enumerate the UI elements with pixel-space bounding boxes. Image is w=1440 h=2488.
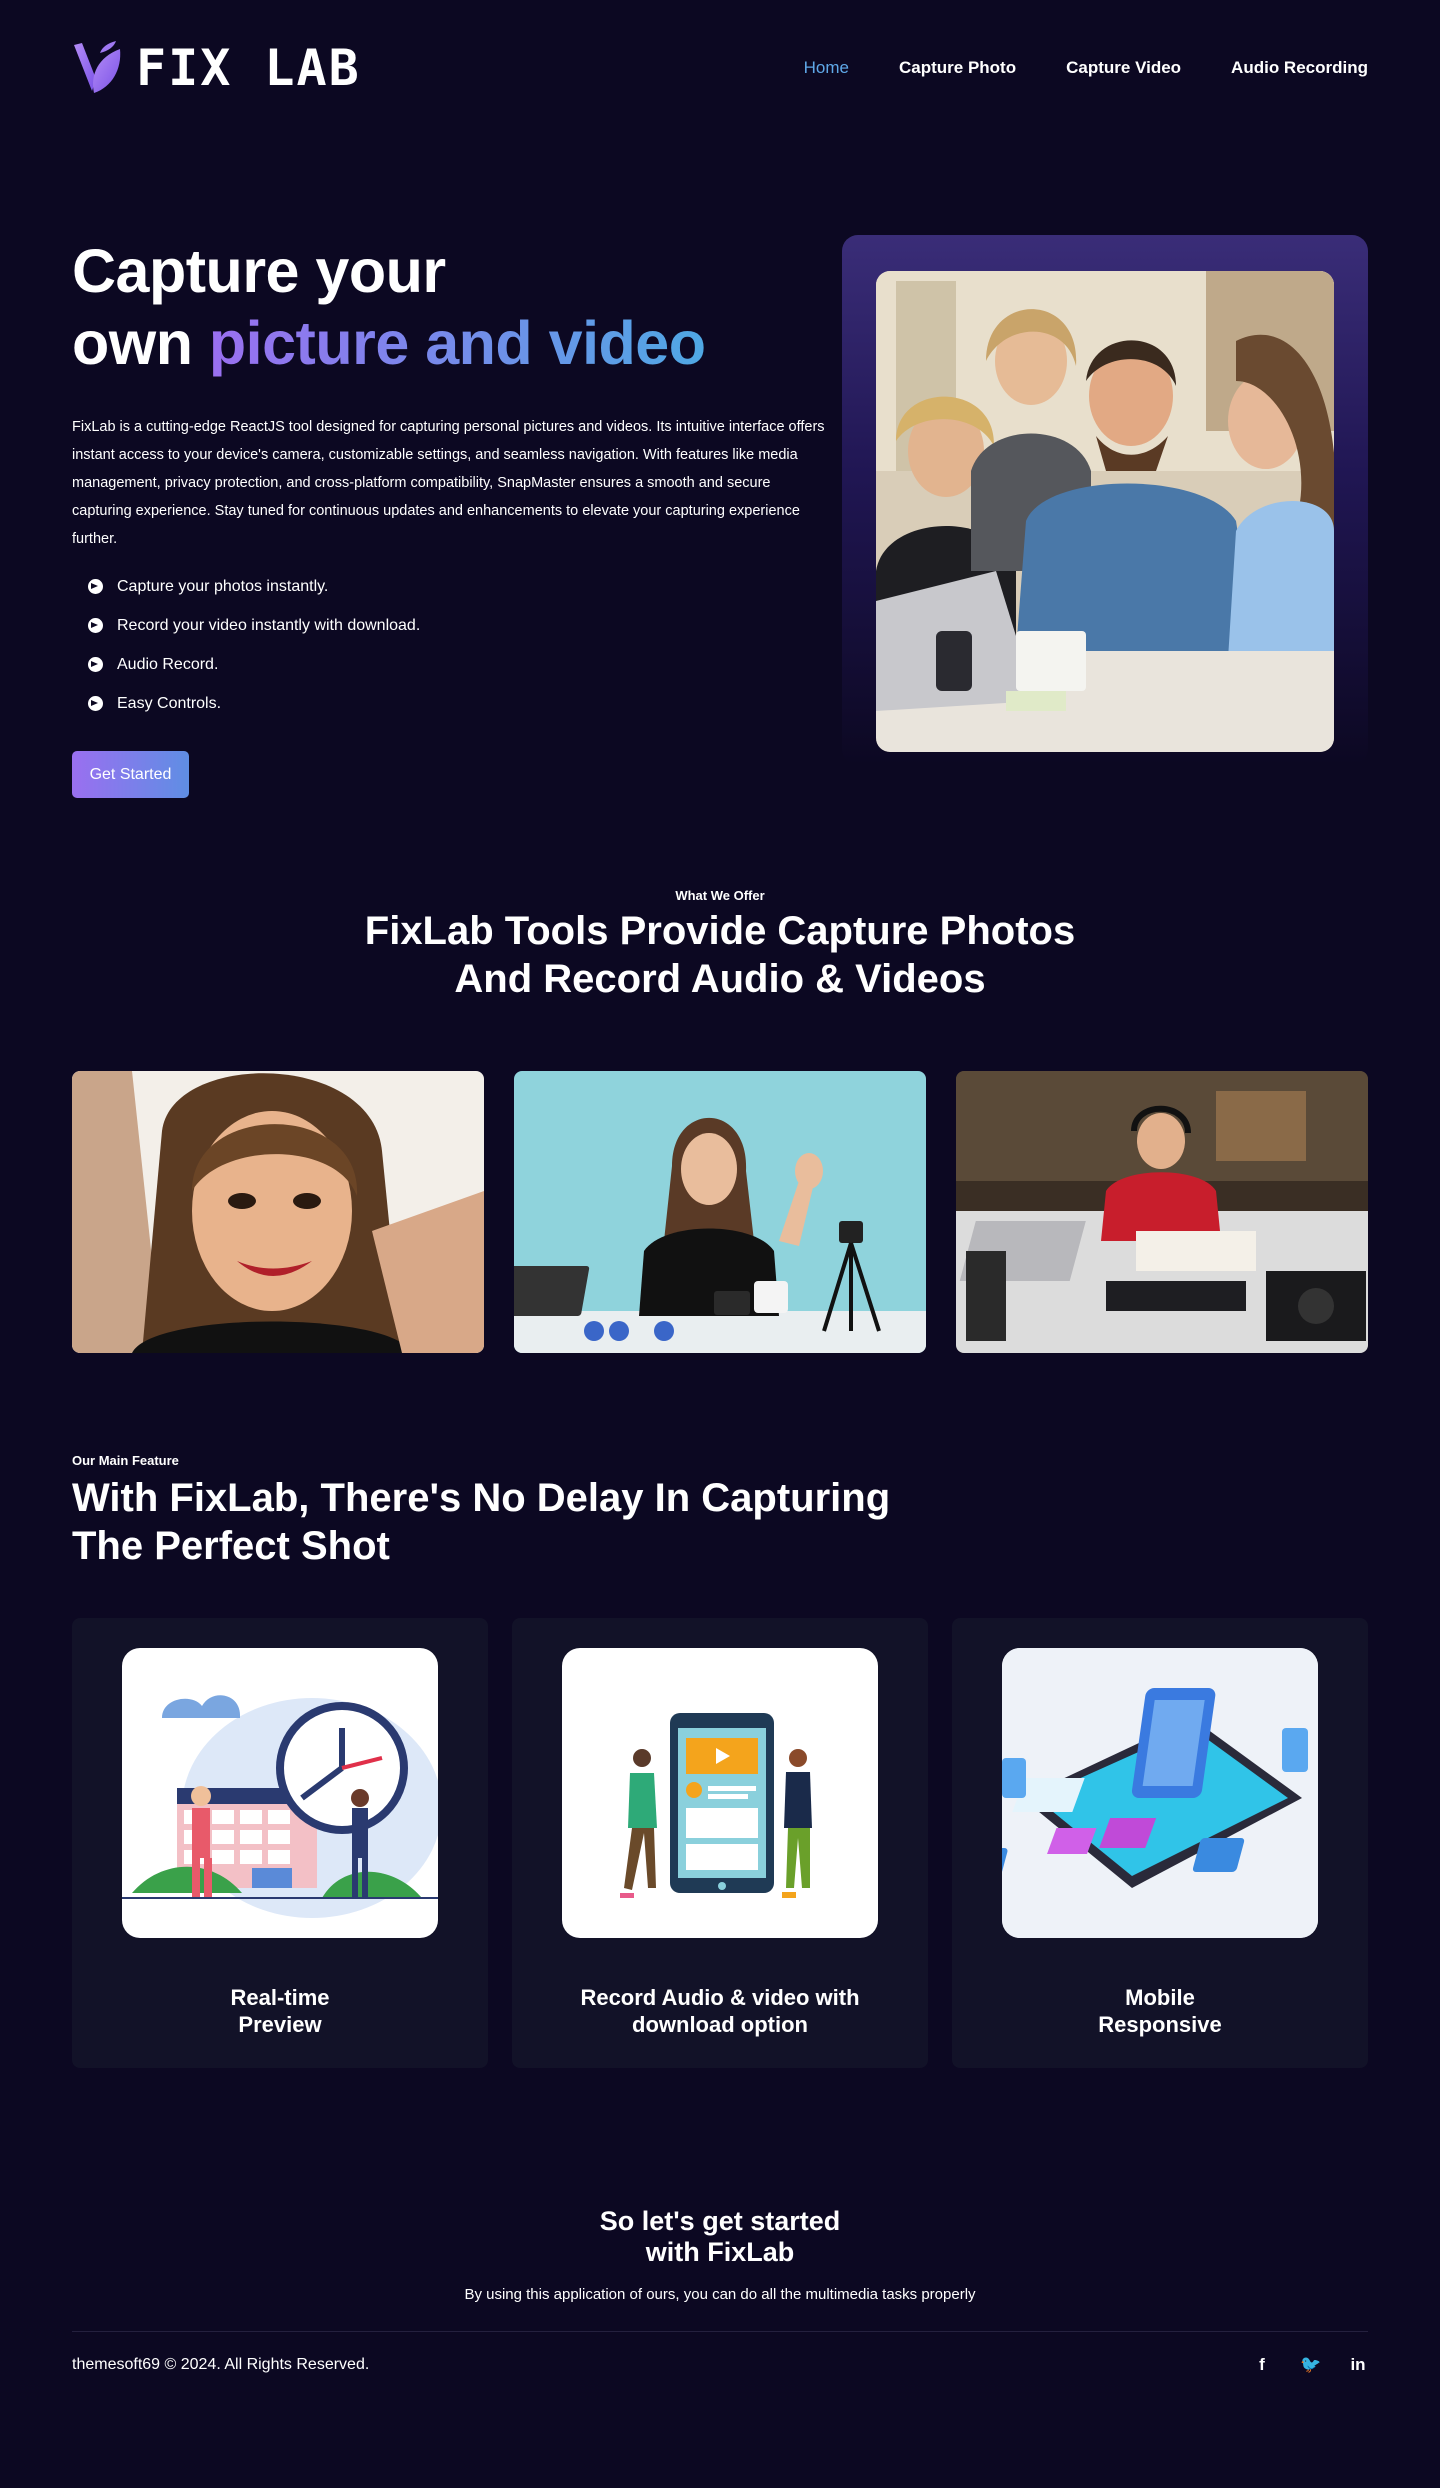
site-header: FIX LAB Home Capture Photo Capture Video…	[72, 0, 1368, 135]
hero-image-frame	[842, 235, 1368, 765]
leaf-logo-icon	[74, 40, 121, 93]
feature-eyebrow: Our Main Feature	[72, 1453, 179, 1468]
hero-title-gradient: picture and video	[208, 309, 706, 377]
hero-content: Capture your own picture and video FixLa…	[72, 235, 832, 825]
nav-capture-photo[interactable]: Capture Photo	[899, 58, 1016, 78]
feature-title: With FixLab, There's No Delay In Capturi…	[72, 1476, 891, 1568]
nav-home[interactable]: Home	[804, 58, 849, 78]
nav-capture-video[interactable]: Capture Video	[1066, 58, 1181, 78]
list-item: Audio Record.	[72, 645, 832, 684]
phone-video-illustration	[562, 1648, 878, 1938]
selfie-photo	[72, 1071, 484, 1353]
feature-card-realtime: Real-time Preview	[72, 1618, 488, 2068]
facebook-icon[interactable]: f	[1252, 2355, 1272, 2375]
offer-eyebrow: What We Offer	[675, 888, 765, 903]
get-started-button[interactable]: Get Started	[72, 751, 189, 798]
offer-section: What We Offer FixLab Tools Provide Captu…	[0, 888, 1440, 1353]
feature-list: Capture your photos instantly. Record yo…	[72, 567, 832, 723]
hero-title-line1: Capture your	[72, 237, 446, 305]
feature-card-mobile: Mobile Responsive	[952, 1618, 1368, 2068]
nav-audio-recording[interactable]: Audio Recording	[1231, 58, 1368, 78]
feature-grid: Real-time Preview Record Audio & video w…	[72, 1618, 1368, 2068]
twitter-icon[interactable]: 🐦	[1300, 2355, 1321, 2375]
arrow-circle-icon	[88, 579, 103, 594]
feature-label-realtime: Real-time Preview	[230, 1985, 330, 2037]
hero-title-line2-plain: own	[72, 309, 209, 377]
hero-description: FixLab is a cutting-edge ReactJS tool de…	[72, 419, 825, 547]
arrow-circle-icon	[88, 696, 103, 711]
feature-label-mobile: Mobile Responsive	[1098, 1985, 1222, 2037]
list-item: Record your video instantly with downloa…	[72, 606, 832, 645]
cta-section: So let's get started with FixLab By usin…	[0, 2206, 1440, 2303]
social-links: f 🐦 in	[1252, 2355, 1368, 2375]
cta-title: So let's get started with FixLab	[599, 2206, 841, 2267]
copyright-text: themesoft69 © 2024. All Rights Reserved.	[72, 2356, 370, 2373]
devices-illustration	[1002, 1648, 1318, 1938]
audio-studio-photo	[956, 1071, 1368, 1353]
list-item: Capture your photos instantly.	[72, 567, 832, 606]
arrow-circle-icon	[88, 657, 103, 672]
hero-section: Capture your own picture and video FixLa…	[72, 235, 1368, 825]
feature-label-record: Record Audio & video with download optio…	[580, 1985, 860, 2037]
video-recording-photo	[514, 1071, 926, 1353]
site-footer: themesoft69 © 2024. All Rights Reserved.…	[72, 2332, 1368, 2398]
clock-calendar-illustration	[122, 1648, 438, 1938]
offer-title: FixLab Tools Provide Capture Photos And …	[364, 909, 1076, 1001]
offer-grid	[72, 1071, 1368, 1353]
logo-text: FIX LAB	[136, 38, 361, 97]
logo[interactable]: FIX LAB	[72, 39, 361, 97]
feature-card-record: Record Audio & video with download optio…	[512, 1618, 928, 2068]
team-photo	[876, 271, 1334, 752]
arrow-circle-icon	[88, 618, 103, 633]
main-feature-section: Our Main Feature With FixLab, There's No…	[72, 1453, 1368, 2068]
linkedin-icon[interactable]: in	[1348, 2355, 1368, 2375]
hero-title: Capture your own picture and video	[72, 235, 832, 379]
cta-subtitle: By using this application of ours, you c…	[464, 2286, 976, 2303]
list-item: Easy Controls.	[72, 684, 832, 723]
main-nav: Home Capture Photo Capture Video Audio R…	[804, 58, 1368, 78]
